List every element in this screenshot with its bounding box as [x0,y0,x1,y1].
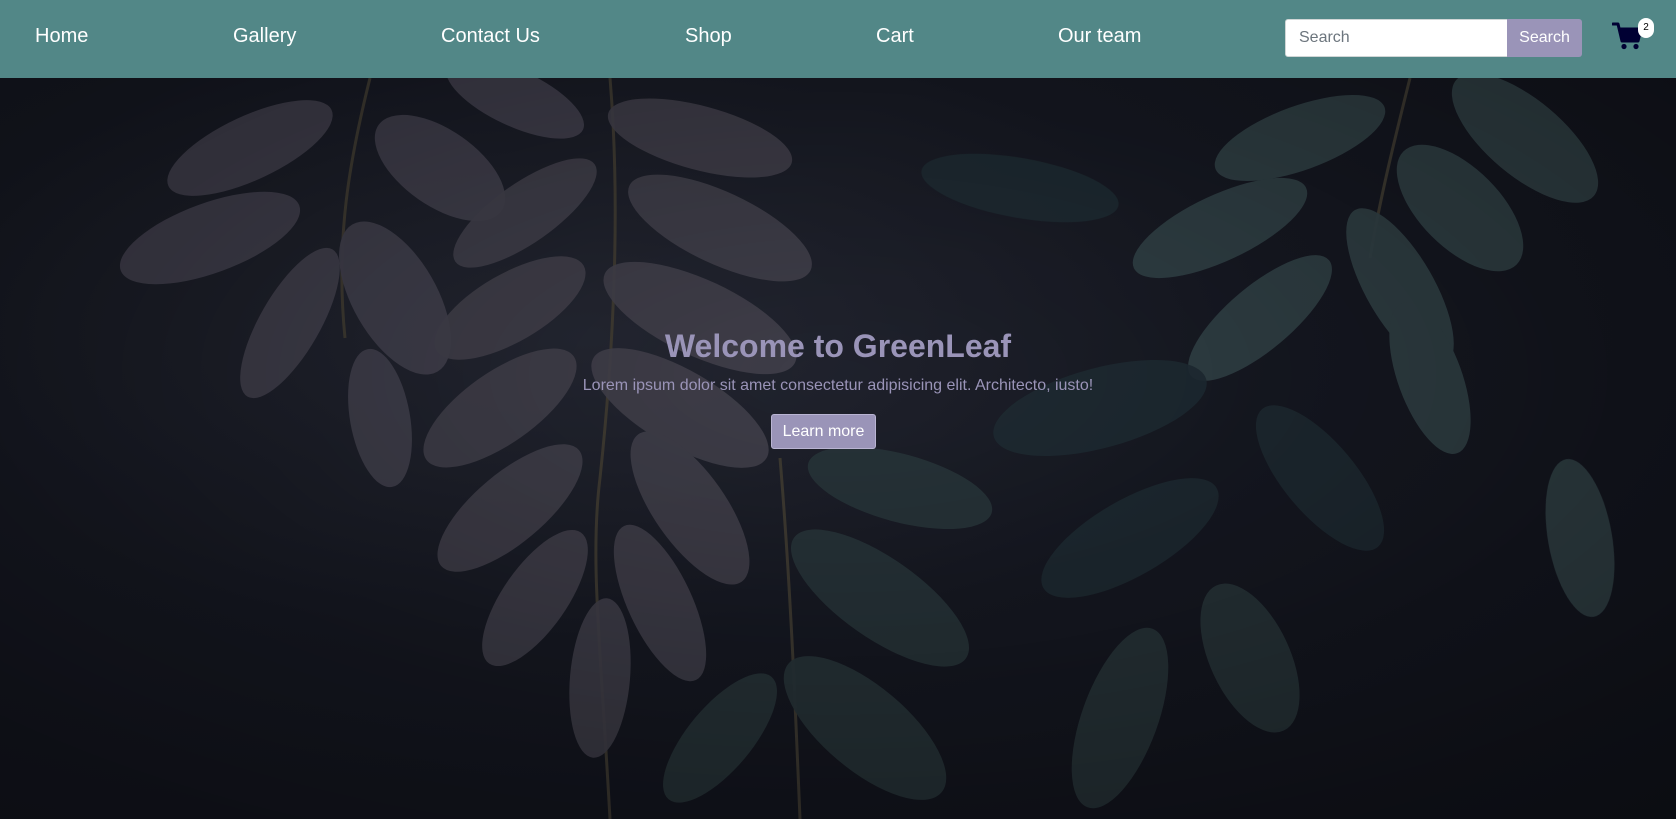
hero-title-brand: GreenLeaf [852,328,1012,364]
cart-count-badge: 2 [1638,18,1654,38]
nav-link-cart[interactable]: Cart [876,25,914,48]
search-input[interactable] [1285,19,1508,57]
cart-button[interactable]: 2 [1610,18,1658,58]
nav-link-shop[interactable]: Shop [685,25,732,48]
hero-description: Lorem ipsum dolor sit amet consectetur a… [582,377,1094,394]
hero-section: Welcome to GreenLeaf Lorem ipsum dolor s… [0,78,1676,819]
nav-link-home[interactable]: Home [35,25,88,48]
search-button[interactable]: Search [1507,19,1582,57]
nav-link-our-team[interactable]: Our team [1058,25,1141,48]
navbar: Home Gallery Contact Us Shop Cart Our te… [0,0,1676,78]
nav-link-gallery[interactable]: Gallery [233,25,296,48]
learn-more-button[interactable]: Learn more [771,414,876,449]
hero-title: Welcome to GreenLeaf [0,328,1676,365]
hero-title-prefix: Welcome to [664,328,853,364]
nav-link-contact-us[interactable]: Contact Us [441,25,540,48]
